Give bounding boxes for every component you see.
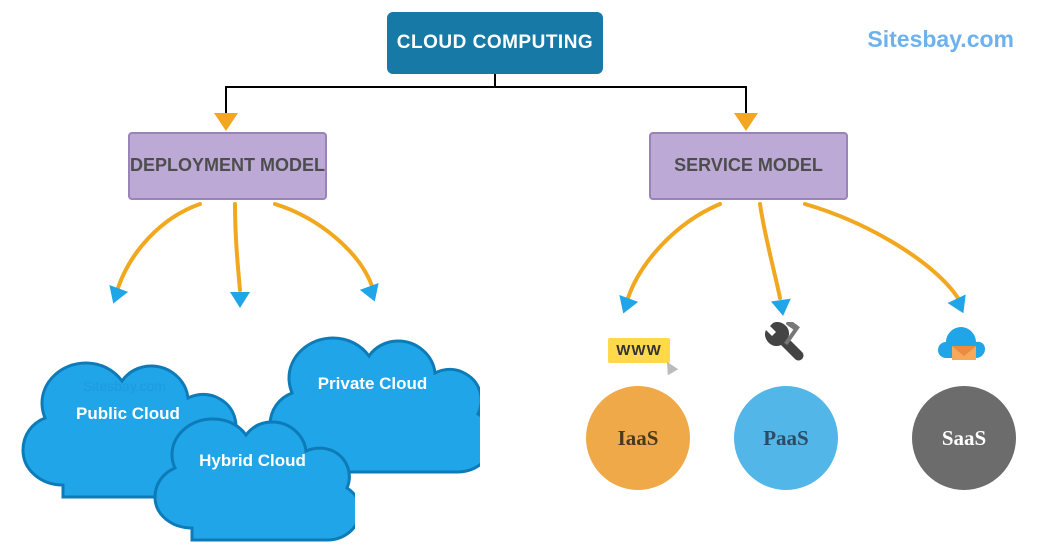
deployment-label: DEPLOYMENT MODEL <box>130 156 325 176</box>
connector-line <box>225 86 747 88</box>
arrowhead-blue-icon <box>104 285 128 307</box>
cloud-mail-icon <box>938 318 988 368</box>
arrowhead-blue-icon <box>230 292 250 308</box>
www-icon: WWW <box>600 332 678 368</box>
watermark: Sitesbay.com <box>867 26 1014 53</box>
root-node: CLOUD COMPUTING <box>387 12 603 74</box>
connector-line <box>745 86 747 116</box>
hybrid-cloud-node: Hybrid Cloud <box>150 400 355 545</box>
hybrid-cloud-label: Hybrid Cloud <box>150 452 355 471</box>
www-text: WWW <box>616 342 661 359</box>
private-cloud-label: Private Cloud <box>265 375 480 394</box>
iaas-label: IaaS <box>618 426 659 451</box>
saas-label: SaaS <box>942 426 986 451</box>
service-model-node: SERVICE MODEL <box>649 132 848 200</box>
paas-node: PaaS <box>734 386 838 490</box>
paas-label: PaaS <box>763 426 809 451</box>
arrowhead-icon <box>214 113 238 131</box>
deployment-model-node: DEPLOYMENT MODEL <box>128 132 327 200</box>
sub-watermark: Sitesbay.com <box>83 378 166 394</box>
arrowhead-blue-icon <box>614 295 638 317</box>
arrowhead-blue-icon <box>948 295 973 318</box>
tools-icon <box>760 322 810 368</box>
arrowhead-icon <box>734 113 758 131</box>
root-title: CLOUD COMPUTING <box>397 33 593 54</box>
cursor-icon <box>662 358 678 374</box>
arrowhead-blue-icon <box>771 299 793 318</box>
saas-node: SaaS <box>912 386 1016 490</box>
service-label: SERVICE MODEL <box>674 156 823 176</box>
iaas-node: IaaS <box>586 386 690 490</box>
arrowhead-blue-icon <box>360 283 384 305</box>
connector-line <box>225 86 227 116</box>
